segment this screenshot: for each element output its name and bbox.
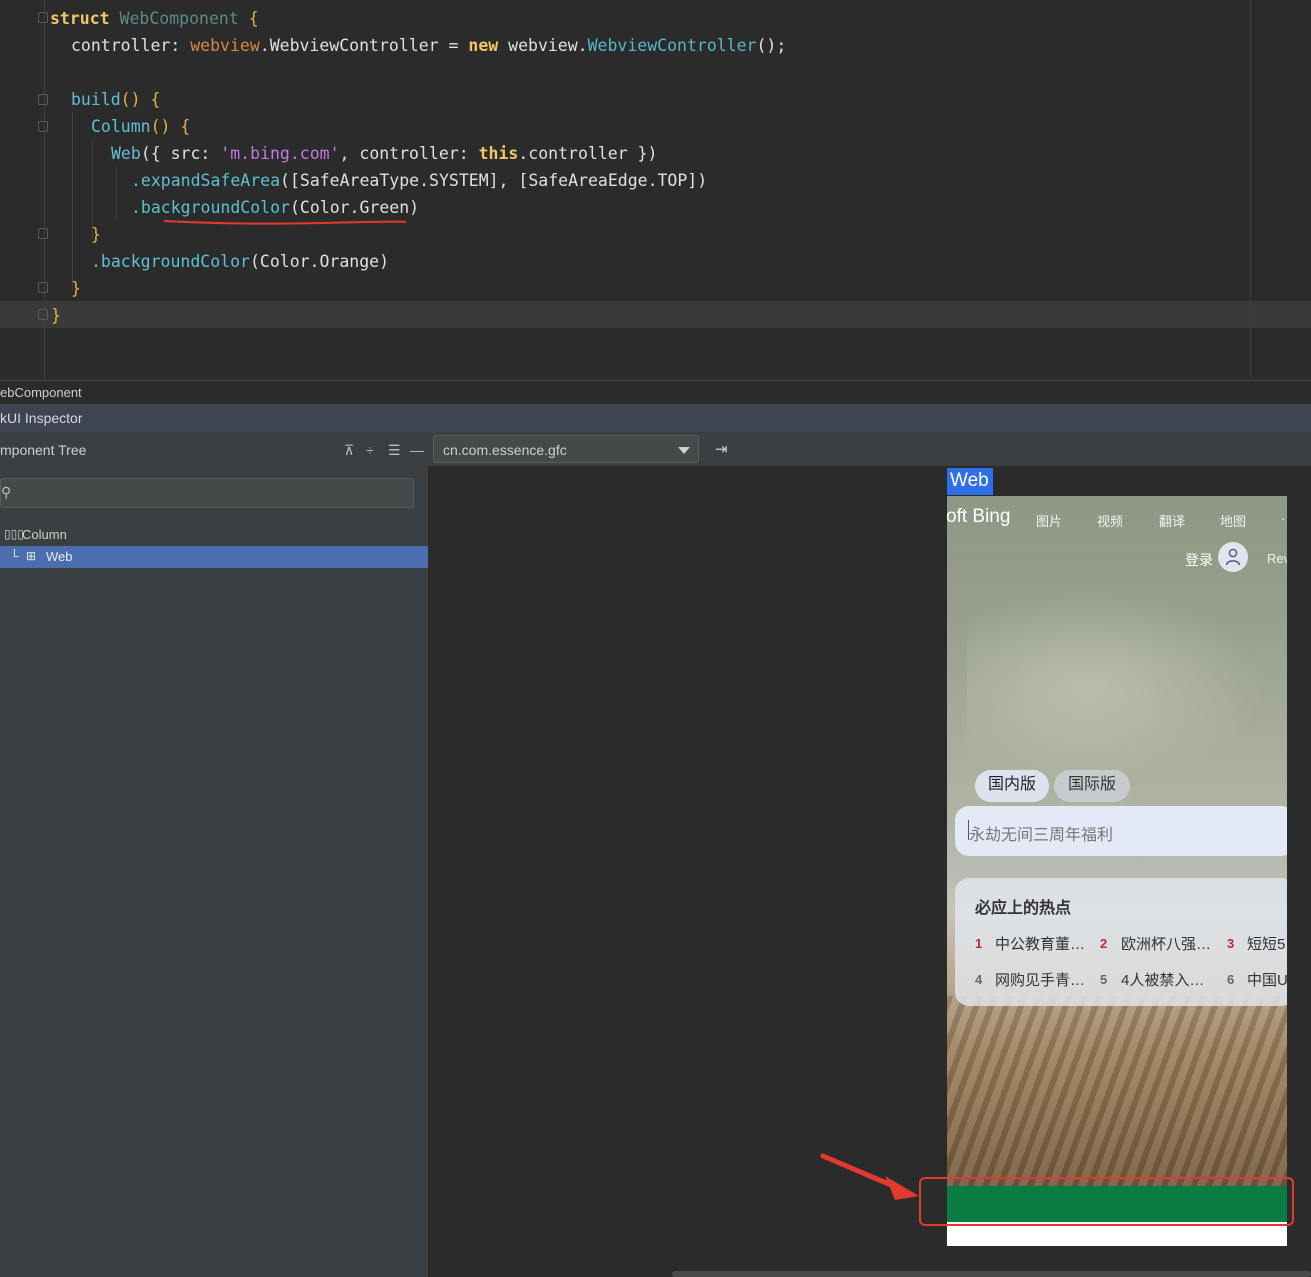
list-icon[interactable]: ☰ (388, 442, 401, 459)
fold-marker-icon[interactable] (38, 309, 48, 320)
trending-item[interactable]: 4人被禁入… (1121, 969, 1204, 990)
gutter-divider (44, 0, 45, 380)
login-link[interactable]: 登录 (1185, 550, 1213, 570)
search-input[interactable]: 永劫无间三周年福利 (955, 806, 1287, 856)
tree-item-column[interactable]: ▯▯▯ Column (0, 524, 428, 546)
red-underline-annotation (163, 220, 407, 225)
code-line-7: .expandSafeArea([SafeAreaType.SYSTEM], [… (131, 171, 708, 190)
tree-header-label: mponent Tree (0, 442, 87, 458)
bing-brand[interactable]: oft Bing (947, 506, 1010, 528)
code-line-6: Web({ src: 'm.bing.com', controller: thi… (111, 144, 658, 163)
trending-title: 必应上的热点 (975, 900, 1072, 917)
trending-item[interactable]: 短短5 (1247, 933, 1285, 954)
code-line-8: .backgroundColor(Color.Green) (131, 198, 420, 217)
web-component-icon: ⊞ (26, 549, 37, 563)
app-select-value: cn.com.essence.gfc (443, 442, 567, 458)
code-line-9: } (91, 225, 101, 244)
exit-icon[interactable]: ⇥ (715, 440, 728, 458)
tree-header: mponent Tree ⊼ ÷ ☰ — (0, 432, 428, 466)
web-label-text: Web (950, 470, 989, 491)
code-line-12: } (51, 306, 61, 325)
component-tab[interactable]: ebComponent (0, 380, 1311, 405)
code-editor[interactable]: struct WebComponent { controller: webvie… (0, 0, 1311, 380)
red-highlight-box (919, 1177, 1294, 1226)
nav-translate[interactable]: 翻译 (1159, 511, 1185, 530)
current-line-highlight (0, 301, 1311, 328)
tab-international[interactable]: 国际版 (1054, 770, 1130, 802)
app-process-select[interactable]: cn.com.essence.gfc (433, 435, 699, 463)
search-icon: ⚲ (1, 484, 12, 500)
rewards-link[interactable]: Rev (1267, 551, 1287, 566)
nav-images[interactable]: 图片 (1036, 511, 1062, 530)
chevron-down-icon (678, 447, 690, 454)
trending-panel: 必应上的热点 1 中公教育董… 2 欧洲杯八强… 3 短短5 4 网购见手青… … (955, 878, 1287, 1006)
tree-connector-icon: └ (10, 549, 19, 563)
device-preview[interactable]: oft Bing 图片 视频 翻译 地图 · 登录 Rev 国内版 国际版 永劫… (947, 496, 1287, 1246)
horizontal-scrollbar[interactable] (672, 1271, 1311, 1277)
fold-marker-icon[interactable] (38, 282, 48, 293)
rank-number: 3 (1227, 936, 1235, 951)
code-line-2: controller: webview.WebviewController = … (71, 36, 787, 55)
selected-component-label: Web (947, 468, 993, 495)
tree-search-input[interactable]: ⚲ (0, 478, 414, 508)
expand-all-icon[interactable]: ⊼ (344, 442, 354, 459)
fold-marker-icon[interactable] (38, 121, 48, 132)
code-line-10: .backgroundColor(Color.Orange) (91, 252, 390, 271)
rank-number: 1 (975, 936, 983, 951)
rank-number: 4 (975, 972, 983, 987)
search-text: 永劫无间三周年福利 (969, 827, 1114, 844)
minus-icon[interactable]: — (410, 442, 424, 458)
tab-domestic[interactable]: 国内版 (975, 770, 1049, 802)
nav-maps[interactable]: 地图 (1220, 511, 1246, 530)
nav-more[interactable]: · (1281, 511, 1285, 526)
rank-number: 5 (1100, 972, 1108, 987)
fold-marker-icon[interactable] (38, 94, 48, 105)
tree-item-label: Web (46, 549, 73, 564)
nav-videos[interactable]: 视频 (1097, 511, 1123, 530)
component-tree-panel: mponent Tree ⊼ ÷ ☰ — ⚲ ▯▯▯ Column └ ⊞ We… (0, 432, 428, 1277)
fold-marker-icon[interactable] (38, 228, 48, 239)
trending-item[interactable]: 欧洲杯八强… (1121, 933, 1211, 954)
trending-item[interactable]: 中公教育董… (995, 933, 1085, 954)
code-line-11: } (71, 279, 81, 298)
inspector-title-bar: kUI Inspector (0, 404, 1311, 432)
photo-blur (967, 586, 1267, 786)
photo-texture (947, 996, 1287, 1186)
tab-label: ebComponent (0, 385, 82, 400)
trending-item[interactable]: 网购见手青… (995, 969, 1085, 990)
avatar[interactable] (1218, 542, 1248, 572)
tree-item-label: Column (22, 527, 67, 542)
code-line-4: build() { (71, 90, 161, 109)
inspector-title: kUI Inspector (0, 410, 83, 426)
indent-guide (116, 166, 117, 220)
code-line-1: struct WebComponent { (50, 9, 259, 28)
bing-nav: oft Bing 图片 视频 翻译 地图 · (947, 506, 1287, 532)
rank-number: 6 (1227, 972, 1235, 987)
red-arrow-icon (820, 1153, 919, 1200)
user-icon (1225, 548, 1241, 566)
collapse-all-icon[interactable]: ÷ (366, 442, 374, 458)
rank-number: 2 (1100, 936, 1108, 951)
inspector-toolbar: cn.com.essence.gfc ⇥ (428, 432, 1311, 466)
trending-item[interactable]: 中国U (1247, 969, 1287, 990)
column-icon: ▯▯▯ (4, 527, 24, 541)
indent-guide (72, 112, 73, 292)
right-margin-line (1250, 0, 1251, 380)
code-line-5: Column() { (91, 117, 191, 136)
tree-item-web[interactable]: └ ⊞ Web (0, 546, 428, 568)
fold-marker-icon[interactable] (38, 12, 48, 23)
